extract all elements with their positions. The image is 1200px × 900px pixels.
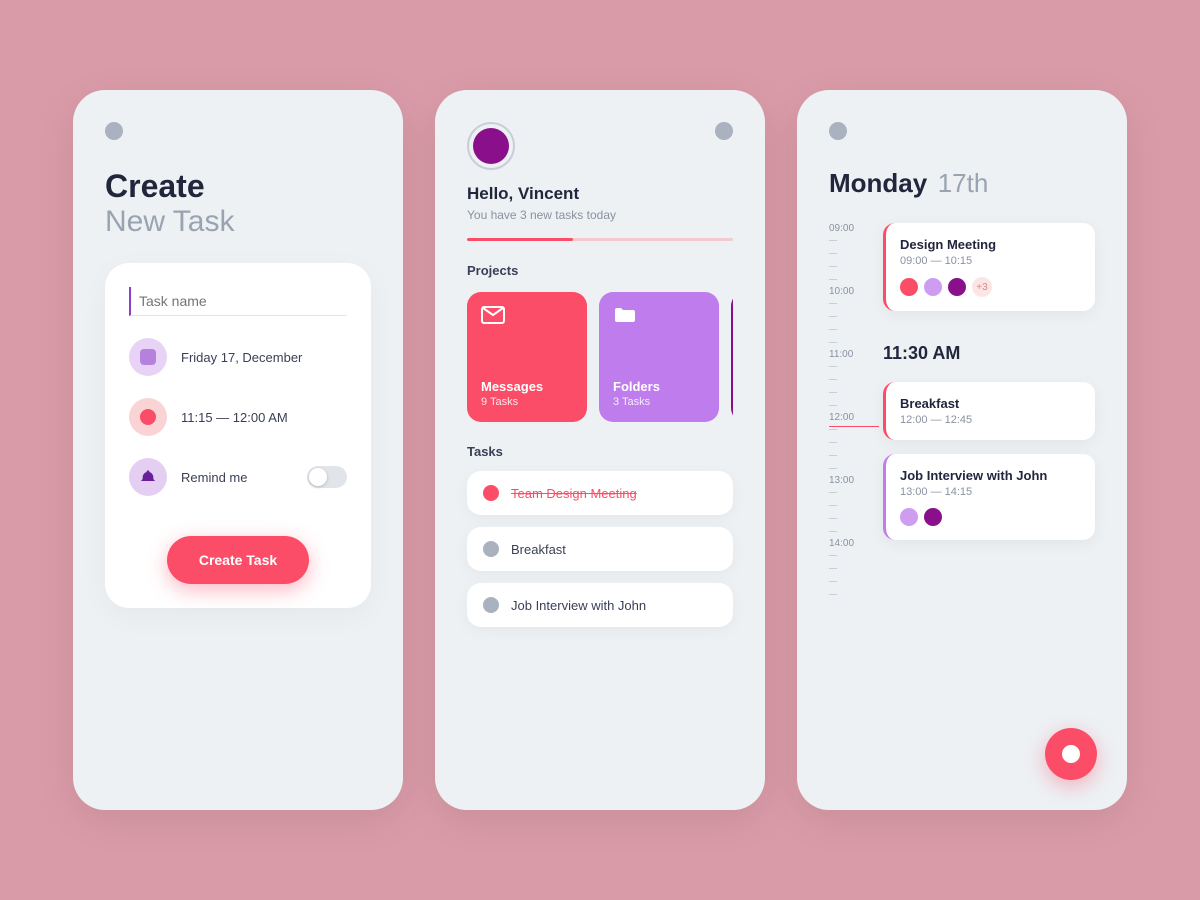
status-dot [829, 122, 847, 140]
attendee-dots [900, 508, 1081, 526]
create-task-button[interactable]: Create Task [167, 536, 309, 584]
task-item[interactable]: Breakfast [467, 527, 733, 571]
timeline: 09:00 10:00 11:00 12:00 13:00 14:00 Desi… [829, 223, 1095, 601]
title-primary: Create [105, 168, 371, 205]
date-label: Friday 17, December [181, 350, 302, 365]
day-name: Monday [829, 168, 927, 198]
greeting-sub: You have 3 new tasks today [467, 208, 733, 222]
title-secondary: New Task [105, 205, 371, 239]
tasks-list: Team Design Meeting Breakfast Job Interv… [467, 471, 733, 627]
events-column: Design Meeting 09:00 — 10:15 +3 11:30 AM… [883, 223, 1095, 601]
header-row [467, 122, 733, 170]
add-event-button[interactable] [1045, 728, 1097, 780]
task-name: Team Design Meeting [511, 486, 637, 501]
clock-icon [129, 398, 167, 436]
hour-label: 10:00 [829, 286, 869, 297]
project-title: Messages [481, 379, 573, 394]
project-card-shop[interactable]: Fo5 T [731, 292, 733, 422]
remind-toggle[interactable] [307, 466, 347, 488]
status-dot [105, 122, 123, 140]
attendee-dot [924, 278, 942, 296]
event-title: Design Meeting [900, 237, 1081, 252]
task-status-dot [483, 541, 499, 557]
project-sub: 3 Tasks [613, 396, 705, 408]
time-column: 09:00 10:00 11:00 12:00 13:00 14:00 [829, 223, 869, 601]
projects-row[interactable]: Messages 9 Tasks Folders 3 Tasks Fo5 T [467, 292, 733, 422]
project-title: Folders [613, 379, 705, 394]
task-item[interactable]: Job Interview with John [467, 583, 733, 627]
event-title: Job Interview with John [900, 468, 1081, 483]
home-screen: Hello, Vincent You have 3 new tasks toda… [435, 90, 765, 810]
remind-label: Remind me [181, 470, 247, 485]
task-name: Breakfast [511, 542, 566, 557]
task-item[interactable]: Team Design Meeting [467, 471, 733, 515]
mail-icon [481, 306, 505, 324]
create-task-screen: Create New Task Friday 17, December 11:1… [73, 90, 403, 810]
folder-icon [613, 306, 637, 324]
attendee-dot [924, 508, 942, 526]
remind-row: Remind me [129, 458, 347, 496]
event-card[interactable]: Job Interview with John 13:00 — 14:15 [883, 454, 1095, 540]
plus-icon [1062, 745, 1080, 763]
attendee-dot [948, 278, 966, 296]
attendee-dots: +3 [900, 277, 1081, 297]
event-time: 12:00 — 12:45 [900, 414, 1081, 426]
time-row[interactable]: 11:15 — 12:00 AM [129, 398, 347, 436]
avatar[interactable] [467, 122, 515, 170]
hour-label: 12:00 [829, 412, 869, 423]
attendee-more[interactable]: +3 [972, 277, 992, 297]
project-card-messages[interactable]: Messages 9 Tasks [467, 292, 587, 422]
calendar-icon [129, 338, 167, 376]
attendee-dot [900, 278, 918, 296]
task-name-input[interactable] [129, 287, 347, 316]
time-label: 11:15 — 12:00 AM [181, 410, 288, 425]
tasks-heading: Tasks [467, 444, 733, 459]
menu-dot[interactable] [715, 122, 733, 140]
event-time: 09:00 — 10:15 [900, 255, 1081, 267]
now-time: 11:30 AM [883, 343, 1095, 364]
day-number: 17th [938, 168, 989, 198]
project-sub: 9 Tasks [481, 396, 573, 408]
project-card-folders[interactable]: Folders 3 Tasks [599, 292, 719, 422]
hour-label: 14:00 [829, 538, 869, 549]
task-name: Job Interview with John [511, 598, 646, 613]
task-status-dot [483, 485, 499, 501]
greeting: Hello, Vincent [467, 184, 733, 204]
bell-icon [129, 458, 167, 496]
hour-label: 09:00 [829, 223, 869, 234]
event-time: 13:00 — 14:15 [900, 486, 1081, 498]
progress-bar [467, 238, 733, 241]
hour-label: 13:00 [829, 475, 869, 486]
event-card[interactable]: Design Meeting 09:00 — 10:15 +3 [883, 223, 1095, 311]
hour-label: 11:00 [829, 349, 869, 360]
projects-heading: Projects [467, 263, 733, 278]
attendee-dot [900, 508, 918, 526]
event-title: Breakfast [900, 396, 1081, 411]
event-card[interactable]: Breakfast 12:00 — 12:45 [883, 382, 1095, 440]
task-status-dot [483, 597, 499, 613]
date-row[interactable]: Friday 17, December [129, 338, 347, 376]
calendar-screen: Monday 17th 09:00 10:00 11:00 12:00 13:0… [797, 90, 1127, 810]
task-form-card: Friday 17, December 11:15 — 12:00 AM Rem… [105, 263, 371, 608]
now-indicator-line [829, 426, 879, 427]
